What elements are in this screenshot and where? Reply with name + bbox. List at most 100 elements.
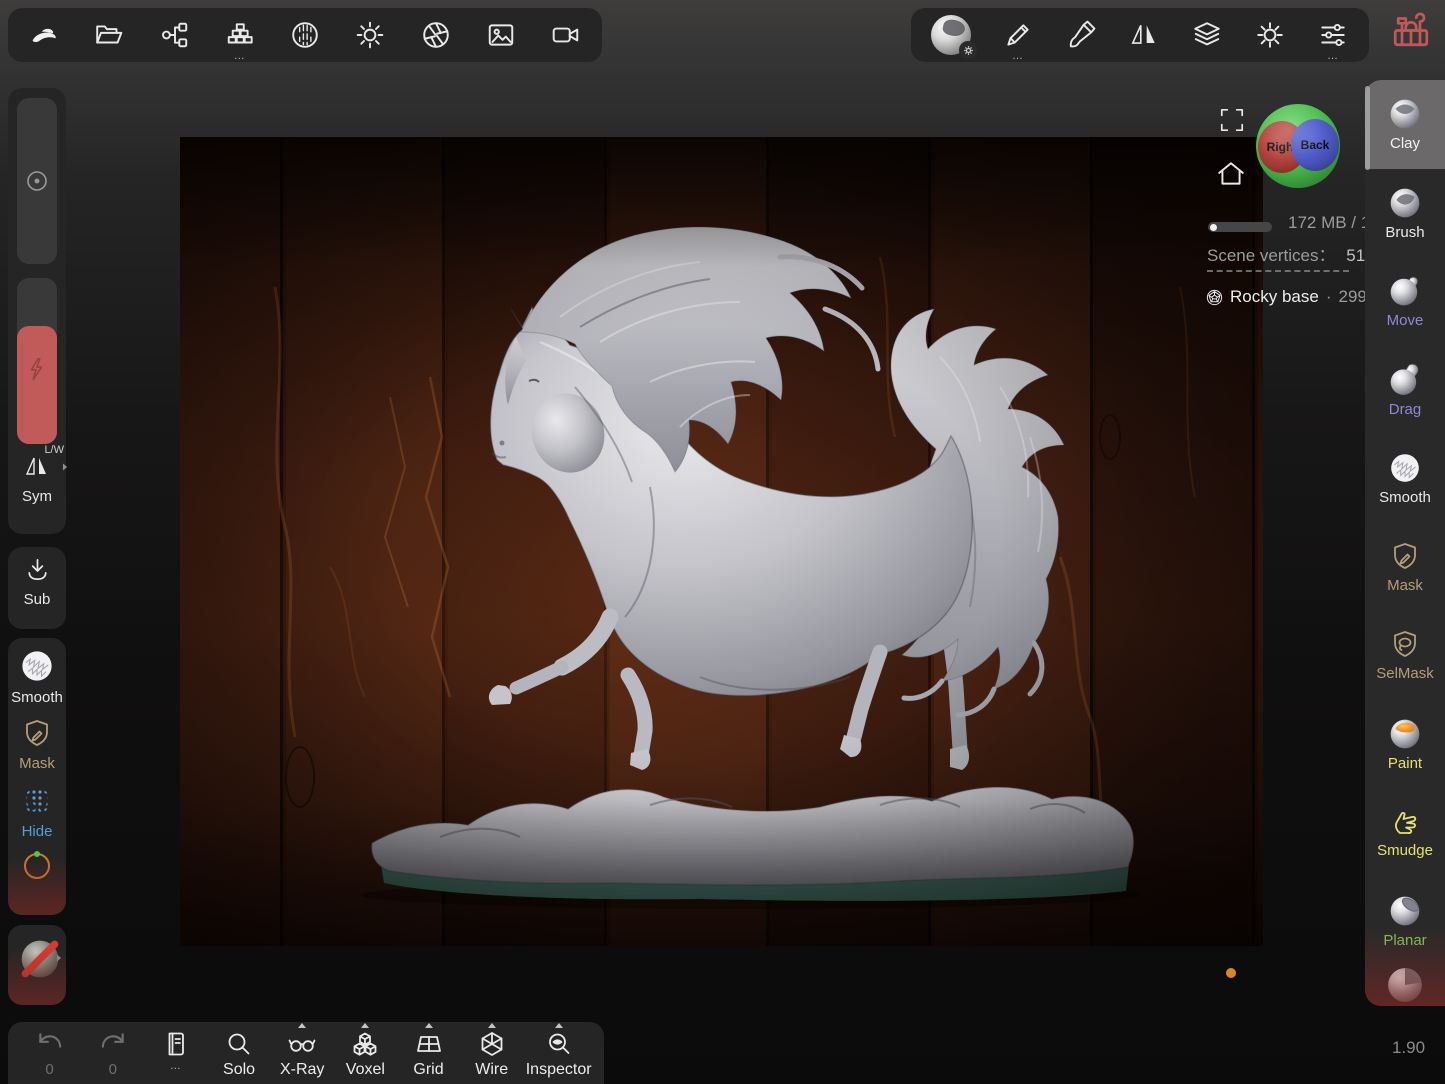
radius-dot-icon	[24, 168, 50, 194]
quick-smooth-button[interactable]: Smooth	[8, 638, 66, 706]
sculpt-viewport[interactable]	[180, 137, 1263, 946]
tool-drag[interactable]: Drag	[1365, 346, 1445, 435]
no-material-button[interactable]	[8, 925, 66, 986]
bottom-toolbar: 0 0 … Solo X-Ray	[8, 1022, 604, 1084]
tool-paint[interactable]: Paint	[1365, 700, 1445, 789]
tool-selmask[interactable]: SelMask	[1365, 611, 1445, 700]
tool-label: Paint	[1388, 756, 1422, 771]
tool-planar[interactable]: Planar	[1365, 877, 1445, 966]
glasses-icon	[287, 1030, 317, 1058]
quick-gizmo-button[interactable]	[8, 840, 66, 885]
layers-button[interactable]	[1187, 11, 1227, 59]
voxel-caret	[361, 1023, 369, 1028]
redo-button[interactable]: 0	[81, 1030, 144, 1078]
active-material-button[interactable]	[927, 11, 975, 59]
camera-button[interactable]	[546, 11, 586, 59]
symmetry-button[interactable]	[1124, 11, 1164, 59]
smooth-sphere-icon	[19, 648, 55, 684]
paint-brush-icon	[1066, 20, 1096, 50]
voxel-button[interactable]: Voxel	[334, 1030, 397, 1079]
quick-smooth-label: Smooth	[8, 689, 66, 706]
tool-rail-scrollbar[interactable]	[1365, 86, 1370, 170]
postprocess-button[interactable]	[416, 11, 456, 59]
tool-label: Brush	[1385, 225, 1424, 240]
layers-icon	[1192, 20, 1222, 50]
inspector-button[interactable]: Inspector	[523, 1030, 594, 1079]
tool-smooth[interactable]: Smooth	[1365, 434, 1445, 523]
left-quick-tools-panel: Smooth Mask Hide	[8, 638, 66, 915]
wire-toggle[interactable]: Wire	[460, 1030, 523, 1079]
left-material-panel	[8, 925, 66, 1005]
sub-tool-button[interactable]: Sub	[8, 547, 66, 608]
quick-mask-button[interactable]: Mask	[8, 706, 66, 772]
left-sub-panel: Sub	[8, 547, 66, 629]
xray-label: X-Ray	[280, 1061, 324, 1079]
symmetry-toggle[interactable]: L/W Sym	[8, 450, 66, 505]
sub-label: Sub	[8, 591, 66, 608]
files-button[interactable]	[89, 11, 129, 59]
scene-graph-button[interactable]	[155, 11, 195, 59]
multires-button[interactable]: …	[220, 11, 260, 59]
grid-caret	[425, 1023, 433, 1028]
home-view-button[interactable]	[1216, 160, 1246, 193]
scene-object-row[interactable]: Rocky base · 299k	[1206, 287, 1375, 307]
xray-toggle[interactable]: X-Ray	[271, 1030, 334, 1079]
radius-slider[interactable]	[17, 98, 57, 264]
lighting-button[interactable]	[350, 11, 390, 59]
voxel-cubes-icon	[351, 1030, 379, 1058]
hide-dotted-sphere-icon	[20, 784, 54, 818]
tool-smudge[interactable]: Smudge	[1365, 788, 1445, 877]
material-expand-caret[interactable]	[57, 955, 61, 962]
voxel-label: Voxel	[346, 1061, 385, 1079]
mirror-icon	[1129, 20, 1159, 50]
material-button[interactable]	[285, 11, 325, 59]
tool-move[interactable]: Move	[1365, 257, 1445, 346]
clay-sphere-icon	[1388, 97, 1422, 131]
inspector-caret	[555, 1023, 563, 1028]
grid-toggle[interactable]: Grid	[397, 1030, 460, 1079]
sliders-icon	[1318, 20, 1348, 50]
mask-shield-icon	[1389, 541, 1421, 573]
stats-separator	[1207, 270, 1349, 272]
stroke-pencil-button[interactable]: …	[998, 11, 1038, 59]
brush-sphere-icon	[1388, 186, 1422, 220]
sym-mode-badge: L/W	[44, 444, 64, 456]
planar-sphere-icon	[1388, 894, 1422, 928]
multires-bricks-icon	[225, 20, 255, 50]
quick-hide-button[interactable]: Hide	[8, 772, 66, 840]
sun-icon	[355, 20, 385, 50]
tool-clay[interactable]: Clay	[1365, 80, 1445, 169]
fullscreen-button[interactable]	[1219, 107, 1245, 138]
tool-brush[interactable]: Brush	[1365, 169, 1445, 258]
tune-more-indicator: …	[1327, 51, 1339, 61]
toolbox-icon	[1390, 11, 1432, 53]
multires-more-indicator: …	[234, 51, 246, 61]
tool-flatten-partial[interactable]	[1365, 965, 1445, 1006]
background-button[interactable]	[481, 11, 521, 59]
solo-toggle[interactable]: Solo	[207, 1030, 270, 1079]
gizmo-rings-icon	[21, 848, 53, 880]
nomad-logo-button[interactable]	[24, 11, 64, 59]
top-right-toolbar: … …	[911, 8, 1369, 62]
history-button[interactable]: …	[144, 1030, 207, 1071]
painting-button[interactable]	[1061, 11, 1101, 59]
undo-button[interactable]: 0	[18, 1030, 81, 1078]
aperture-icon	[421, 20, 451, 50]
smudge-finger-icon	[1389, 806, 1421, 838]
tune-button[interactable]: …	[1313, 11, 1353, 59]
drag-sphere-icon	[1388, 363, 1422, 397]
tool-label: Planar	[1383, 933, 1426, 948]
settings-button[interactable]	[1250, 11, 1290, 59]
intensity-slider[interactable]	[17, 278, 57, 444]
toolbox-button[interactable]	[1390, 11, 1432, 58]
memory-usage-knob	[1210, 224, 1217, 231]
grid-label: Grid	[413, 1061, 443, 1079]
tool-label: Clay	[1390, 136, 1420, 151]
orientation-gizmo[interactable]: Right Back	[1256, 104, 1340, 188]
sym-expand-caret[interactable]	[63, 464, 67, 471]
move-sphere-icon	[1388, 274, 1422, 308]
tool-mask[interactable]: Mask	[1365, 523, 1445, 612]
scene-vertices-row: Scene vertices： 515k	[1207, 241, 1383, 266]
scene-object-name: Rocky base	[1230, 287, 1319, 307]
matcap-settings-badge[interactable]	[959, 41, 977, 59]
